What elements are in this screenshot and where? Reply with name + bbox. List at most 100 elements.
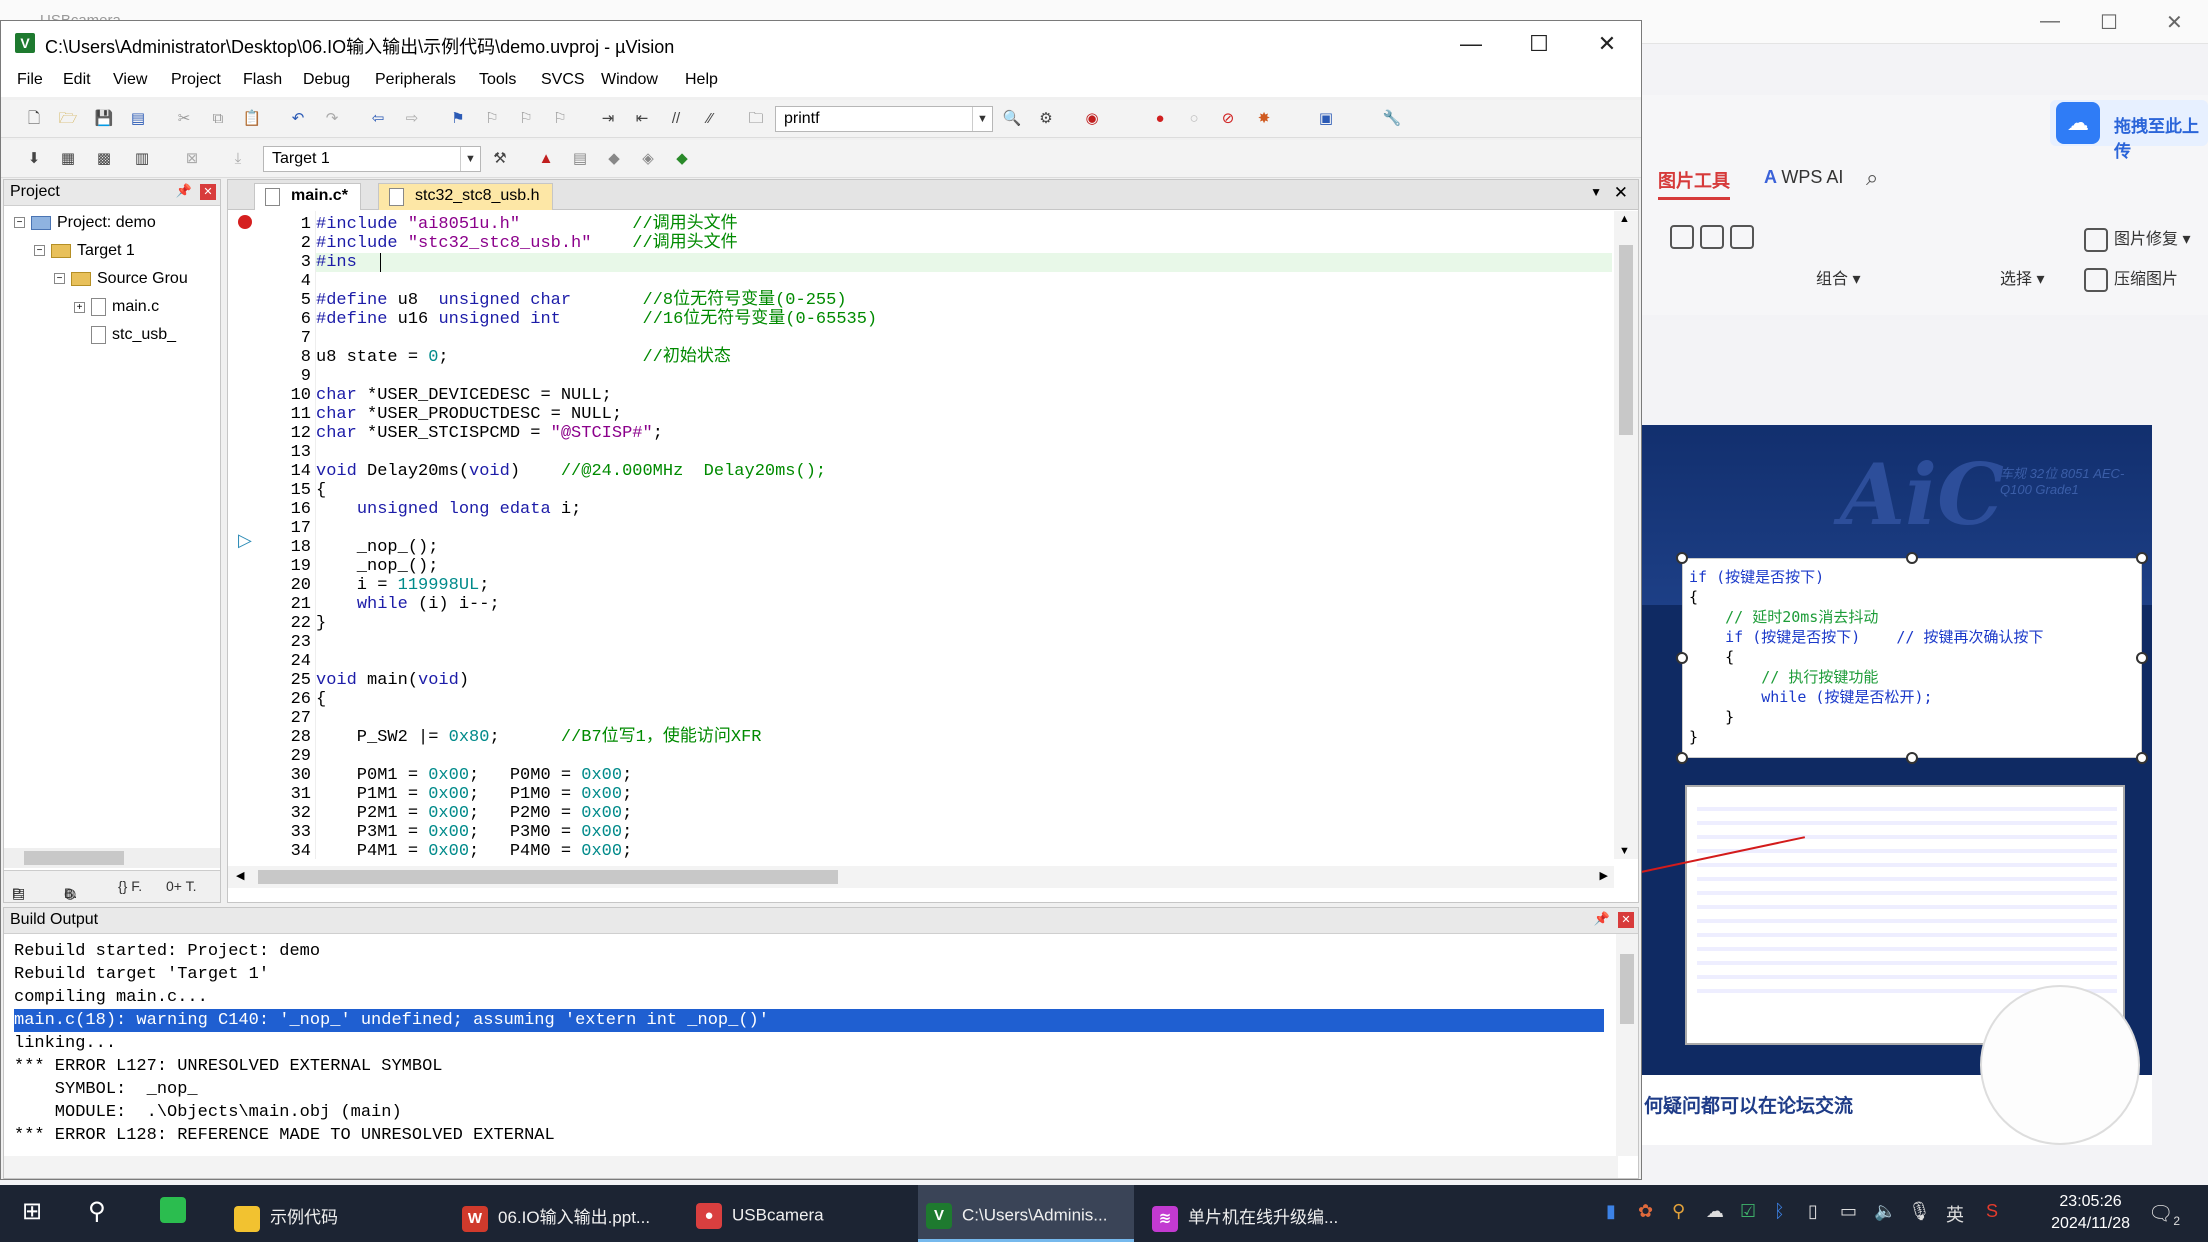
next-bookmark-icon[interactable]: ⚐: [515, 108, 537, 130]
code-line[interactable]: #include "ai8051u.h" //调用头文件: [316, 215, 1612, 234]
build-line[interactable]: compiling main.c...: [14, 986, 1614, 1009]
tray-search-icon[interactable]: ⚲: [1672, 1201, 1685, 1222]
rebuild-icon[interactable]: ▩: [93, 148, 115, 170]
taskbar-item-uvision[interactable]: V C:\Users\Adminis...: [918, 1185, 1134, 1242]
target-combo[interactable]: Target 1 ▼: [263, 146, 481, 172]
build-output-text[interactable]: Rebuild started: Project: demo Rebuild ta…: [14, 940, 1614, 1146]
taskbar-item-wps[interactable]: W 06.IO输入输出.ppt...: [456, 1185, 666, 1242]
configure-icon[interactable]: 🔧: [1381, 108, 1403, 130]
build-line[interactable]: SYMBOL: _nop_: [14, 1078, 1614, 1101]
scroll-thumb[interactable]: [1620, 954, 1634, 1024]
menu-help[interactable]: Help: [685, 71, 718, 89]
close-icon[interactable]: ✕: [200, 184, 216, 200]
build-line[interactable]: linking...: [14, 1032, 1614, 1055]
code-line[interactable]: char *USER_DEVICEDESC = NULL;: [316, 386, 1612, 405]
code-line[interactable]: _nop_();: [316, 538, 1612, 557]
tray-check-icon[interactable]: ☑: [1740, 1201, 1756, 1222]
tree-source-group[interactable]: − Source Grou: [54, 270, 188, 288]
code-line[interactable]: P2M1 = 0x00; P2M0 = 0x00;: [316, 804, 1612, 823]
wps-tray-icon[interactable]: S: [1986, 1201, 1998, 1222]
resize-handle[interactable]: [2136, 752, 2148, 764]
code-line[interactable]: P3M1 = 0x00; P3M0 = 0x00;: [316, 823, 1612, 842]
resize-handle[interactable]: [1676, 652, 1688, 664]
scroll-right-icon[interactable]: ▶: [1600, 869, 1608, 882]
code-line[interactable]: char *USER_PRODUCTDESC = NULL;: [316, 405, 1612, 424]
notifications-icon[interactable]: 🗨2: [2148, 1201, 2180, 1228]
pin-icon[interactable]: 📌: [1594, 911, 1610, 927]
code-line[interactable]: [316, 272, 1612, 291]
chevron-down-icon[interactable]: ▼: [972, 107, 992, 131]
disable-breakpoints-icon[interactable]: ⊘: [1217, 108, 1239, 130]
select-packs-icon[interactable]: ◆: [603, 148, 625, 170]
cut-icon[interactable]: ✂: [173, 108, 195, 130]
tab-stc32-stc8-usb-h[interactable]: stc32_stc8_usb.h: [378, 183, 553, 210]
close-icon[interactable]: ✕: [2166, 10, 2183, 35]
chevron-down-icon[interactable]: ▼: [460, 147, 480, 171]
find-icon[interactable]: 🔍: [1001, 108, 1023, 130]
undo-icon[interactable]: ↶: [287, 108, 309, 130]
project-hscrollbar[interactable]: [4, 848, 220, 868]
code-line[interactable]: P4M1 = 0x00; P4M0 = 0x00;: [316, 842, 1612, 859]
prev-bookmark-icon[interactable]: ⚐: [481, 108, 503, 130]
batch-build-icon[interactable]: ▥: [131, 148, 153, 170]
breakpoint-icon[interactable]: [238, 215, 252, 229]
usb-drive-icon[interactable]: ▯: [1808, 1201, 1818, 1222]
menu-peripherals[interactable]: Peripherals: [375, 71, 456, 89]
code-line[interactable]: {: [316, 690, 1612, 709]
stop-build-icon[interactable]: ⊠: [181, 148, 203, 170]
scroll-thumb[interactable]: [258, 870, 838, 884]
code-line[interactable]: [316, 519, 1612, 538]
maximize-button[interactable]: ☐: [1509, 27, 1569, 61]
tab-wps-ai[interactable]: A WPS AI: [1764, 167, 1843, 188]
tree-file-stc-usb[interactable]: stc_usb_: [91, 326, 176, 344]
tray-network-drive-icon[interactable]: ☁: [1706, 1201, 1724, 1222]
comment-icon[interactable]: //: [665, 108, 687, 130]
wechat-app-icon[interactable]: [160, 1197, 186, 1228]
code-line[interactable]: }: [316, 614, 1612, 633]
copy-icon[interactable]: ⧉: [207, 108, 229, 130]
scroll-thumb[interactable]: [1619, 245, 1633, 435]
code-line[interactable]: [316, 747, 1612, 766]
close-icon[interactable]: ✕: [1614, 183, 1628, 203]
unindent-icon[interactable]: ⇤: [631, 108, 653, 130]
find-in-files-icon[interactable]: 🗀: [745, 108, 767, 130]
build-vscrollbar[interactable]: [1616, 934, 1638, 1156]
nav-back-icon[interactable]: ⇦: [367, 108, 389, 130]
target-options-icon[interactable]: ⚒: [489, 148, 511, 170]
kill-breakpoints-icon[interactable]: ✸: [1253, 108, 1275, 130]
resize-handle[interactable]: [1676, 752, 1688, 764]
menu-debug[interactable]: Debug: [303, 71, 350, 89]
code-line[interactable]: i = 119998UL;: [316, 576, 1612, 595]
search-icon[interactable]: ⌕: [1866, 165, 1878, 191]
code-line[interactable]: [316, 709, 1612, 728]
editor-hscrollbar[interactable]: ◀ ▶: [228, 866, 1614, 888]
code-line[interactable]: P_SW2 |= 0x80; //B7位写1，使能访问XFR: [316, 728, 1612, 747]
search-icon[interactable]: ⚲: [88, 1197, 106, 1226]
build-icon[interactable]: ▦: [57, 148, 79, 170]
build-line[interactable]: Rebuild started: Project: demo: [14, 940, 1614, 963]
save-all-icon[interactable]: ▤: [127, 108, 149, 130]
clear-bookmarks-icon[interactable]: ⚐: [549, 108, 571, 130]
tree-target[interactable]: − Target 1: [34, 242, 135, 260]
scroll-down-icon[interactable]: ▼: [1619, 845, 1630, 857]
window-layout-icon[interactable]: ▣: [1315, 108, 1337, 130]
code-line[interactable]: P1M1 = 0x00; P1M0 = 0x00;: [316, 785, 1612, 804]
code-line[interactable]: char *USER_STCISPCMD = "@STCISP#";: [316, 424, 1612, 443]
tree-file-main[interactable]: + main.c: [74, 298, 159, 316]
resize-handle[interactable]: [1906, 752, 1918, 764]
tab-templates[interactable]: 0+ T.: [166, 878, 197, 894]
menu-project[interactable]: Project: [171, 71, 221, 89]
collapse-icon[interactable]: −: [14, 217, 25, 229]
build-hscrollbar[interactable]: [4, 1156, 1618, 1178]
collapse-icon[interactable]: −: [34, 245, 45, 257]
chevron-down-icon[interactable]: ▼: [1590, 185, 1602, 199]
code-line[interactable]: unsigned long edata i;: [316, 500, 1612, 519]
download-icon[interactable]: ⤓: [227, 148, 249, 170]
code-line[interactable]: void main(void): [316, 671, 1612, 690]
code-line[interactable]: [316, 652, 1612, 671]
rotate-tool[interactable]: [1670, 225, 1760, 249]
code-line[interactable]: #define u16 unsigned int //16位无符号变量(0-65…: [316, 310, 1612, 329]
volume-icon[interactable]: 🔈: [1874, 1201, 1896, 1222]
build-line[interactable]: MODULE: .\Objects\main.obj (main): [14, 1101, 1614, 1124]
maximize-icon[interactable]: ☐: [2100, 10, 2118, 35]
